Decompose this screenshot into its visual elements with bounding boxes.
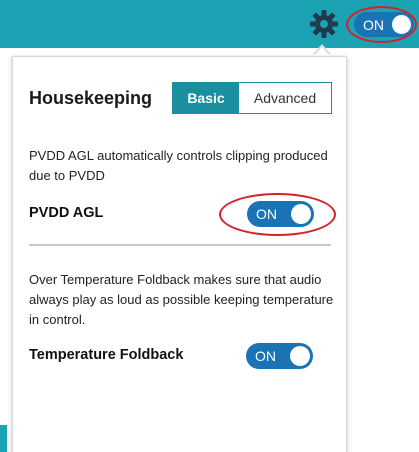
pvdd-description: PVDD AGL automatically controls clipping… (29, 148, 328, 183)
tab-basic[interactable]: Basic (173, 83, 239, 113)
temperature-foldback-label: Temperature Foldback (29, 347, 184, 363)
temperature-description: Over Temperature Foldback makes sure tha… (29, 272, 334, 327)
section-divider (29, 244, 331, 246)
master-toggle[interactable]: ON (354, 12, 414, 37)
master-toggle-label: ON (363, 17, 384, 33)
housekeeping-panel (12, 56, 347, 452)
popover-caret-fill (315, 47, 329, 55)
gear-icon[interactable] (309, 9, 339, 39)
temperature-toggle-label: ON (255, 348, 276, 364)
toggle-knob (291, 204, 311, 224)
background-accent (0, 425, 7, 452)
pvdd-toggle-label: ON (256, 206, 277, 222)
pvdd-agl-toggle[interactable]: ON (247, 201, 314, 227)
tab-advanced[interactable]: Advanced (239, 83, 331, 113)
top-bar: ON (0, 0, 419, 48)
toggle-knob (392, 15, 411, 34)
temperature-foldback-toggle[interactable]: ON (246, 343, 313, 369)
panel-title: Housekeeping (29, 88, 153, 108)
pvdd-agl-label: PVDD AGL (29, 205, 104, 221)
mode-tabs: Basic Advanced (172, 82, 332, 114)
toggle-knob (290, 346, 310, 366)
master-toggle-switch[interactable]: ON (354, 12, 414, 37)
